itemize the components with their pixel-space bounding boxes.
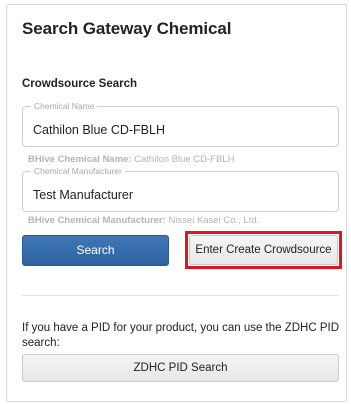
chemical-name-field[interactable]: Chemical Name Cathilon Blue CD-FBLH (22, 101, 339, 147)
crowdsource-section-title: Crowdsource Search (22, 78, 138, 90)
chemical-manufacturer-field[interactable]: Chemical Manufacturer Test Manufacturer (22, 166, 339, 212)
bhive-chemical-name-hint-value: Cathilon Blue CD-FBLH (134, 154, 235, 165)
zdhc-pid-search-button[interactable]: ZDHC PID Search (22, 354, 339, 382)
bhive-manufacturer-hint: BHive Chemical Manufacturer: Nissei Kase… (28, 215, 259, 226)
search-button[interactable]: Search (22, 235, 169, 266)
search-panel: Search Gateway Chemical Crowdsource Sear… (6, 4, 347, 402)
bhive-manufacturer-hint-label: BHive Chemical Manufacturer: (28, 215, 166, 226)
bhive-chemical-name-hint: BHive Chemical Name: Cathilon Blue CD-FB… (28, 154, 234, 165)
chemical-manufacturer-value: Test Manufacturer (33, 188, 134, 202)
section-divider (22, 295, 339, 296)
chemical-manufacturer-label: Chemical Manufacturer (31, 166, 125, 176)
pid-description: If you have a PID for your product, you … (22, 322, 340, 349)
page-title: Search Gateway Chemical (22, 19, 232, 38)
chemical-name-label: Chemical Name (31, 101, 98, 111)
bhive-manufacturer-hint-value: Nissei Kasei Co., Ltd. (168, 215, 260, 226)
enter-create-crowdsource-button[interactable]: Enter Create Crowdsource (189, 235, 338, 265)
chemical-name-value: Cathilon Blue CD-FBLH (33, 123, 165, 137)
bhive-chemical-name-hint-label: BHive Chemical Name: (28, 154, 132, 165)
